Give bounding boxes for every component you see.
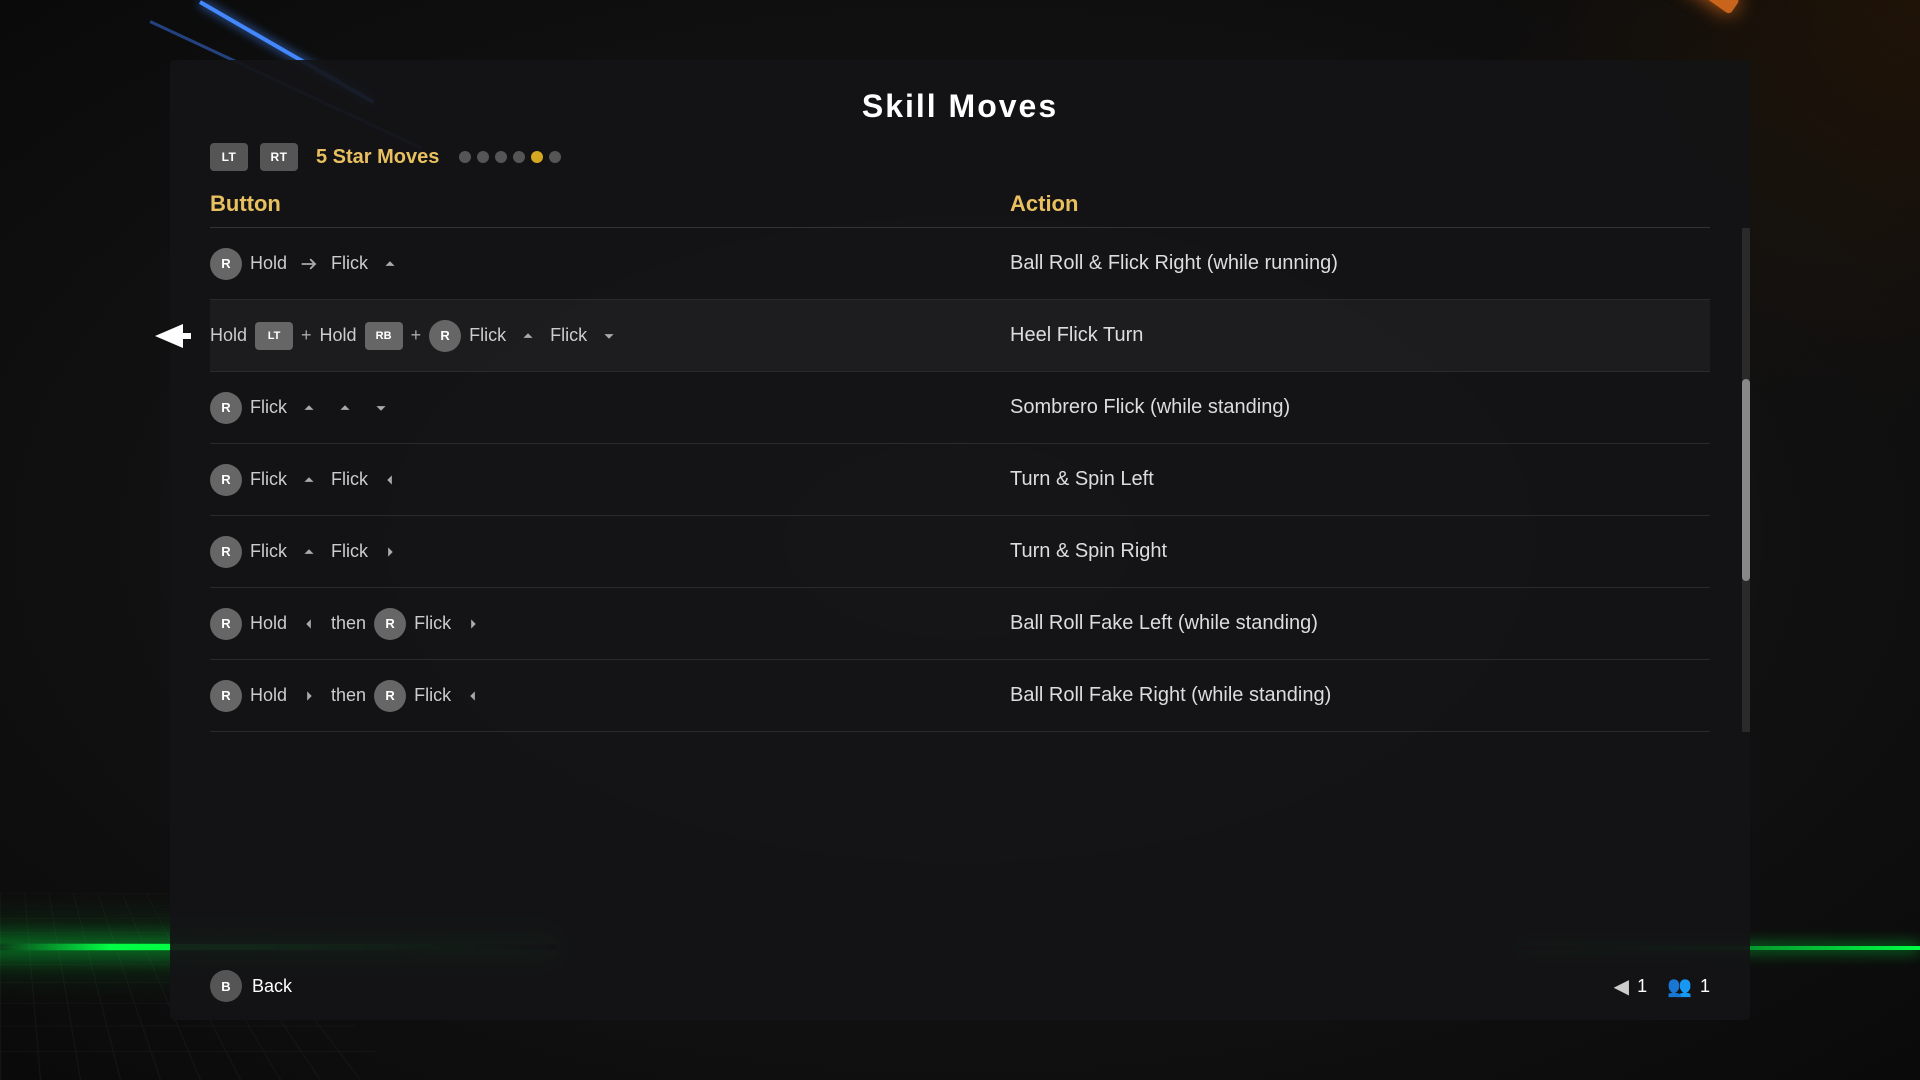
arrow-right-6 (459, 610, 487, 638)
page-nav: ◀ 1 (1614, 974, 1647, 999)
hold-text-2b: Hold (320, 325, 357, 346)
action-text-7: Ball Roll Fake Right (while standing) (1010, 676, 1710, 715)
back-button[interactable]: B Back (210, 970, 292, 1002)
players-count: 1 (1700, 976, 1710, 997)
then-text-7: then (331, 685, 366, 706)
arrow-left-4 (376, 466, 404, 494)
flick-text-5b: Flick (331, 541, 368, 562)
rb-button-2: RB (365, 322, 403, 350)
scrollbar-thumb (1742, 379, 1750, 581)
action-text-5: Turn & Spin Right (1010, 532, 1710, 571)
main-panel: Skill Moves LT RT 5 Star Moves Button Ac… (170, 60, 1750, 1020)
flick-text-3: Flick (250, 397, 287, 418)
action-column-header: Action (1010, 191, 1710, 217)
flick-text-2a: Flick (469, 325, 506, 346)
table-row: R Hold Flick Ball Roll & Flick Right (wh… (210, 228, 1710, 300)
hold-text-6: Hold (250, 613, 287, 634)
table-row: Hold LT + Hold RB + R Flick Flick Heel F… (210, 300, 1710, 372)
flick-text-4a: Flick (250, 469, 287, 490)
arrow-right-thick-1 (295, 250, 323, 278)
r-button-6a: R (210, 608, 242, 640)
players-icon: 👥 (1667, 974, 1692, 999)
hold-text-1: Hold (250, 253, 287, 274)
r-button-4: R (210, 464, 242, 496)
lt-button-2: LT (255, 322, 293, 350)
r-button-1: R (210, 248, 242, 280)
table-row: R Flick Sombrero Flick (while standing) (210, 372, 1710, 444)
arrow-up-5 (295, 538, 323, 566)
arrow-right-5 (376, 538, 404, 566)
dot-2 (477, 151, 489, 163)
page-title: Skill Moves (170, 60, 1750, 143)
arrow-right-7a (295, 682, 323, 710)
r-button-2: R (429, 320, 461, 352)
flick-text-2b: Flick (550, 325, 587, 346)
button-col-6: R Hold then R Flick (210, 600, 1010, 648)
action-text-2: Heel Flick Turn (1010, 316, 1710, 355)
table-row: R Hold then R Flick Ball Roll Fake Left … (210, 588, 1710, 660)
rt-button[interactable]: RT (260, 143, 298, 171)
tab-label: 5 Star Moves (316, 146, 439, 169)
button-column-header: Button (210, 191, 1010, 217)
tab-dots (459, 151, 561, 163)
moves-list: R Hold Flick Ball Roll & Flick Right (wh… (170, 228, 1750, 732)
button-col-4: R Flick Flick (210, 456, 1010, 504)
arrow-down-3 (367, 394, 395, 422)
arrow-left-7 (459, 682, 487, 710)
flick-text-4b: Flick (331, 469, 368, 490)
action-text-6: Ball Roll Fake Left (while standing) (1010, 604, 1710, 643)
lt-button[interactable]: LT (210, 143, 248, 171)
arrow-up-3a (295, 394, 323, 422)
flick-text-7: Flick (414, 685, 451, 706)
button-col-7: R Hold then R Flick (210, 672, 1010, 720)
flick-text-5a: Flick (250, 541, 287, 562)
hold-text-2a: Hold (210, 325, 247, 346)
plus-2a: + (301, 325, 312, 346)
bottom-right-info: ◀ 1 👥 1 (1614, 974, 1710, 999)
dot-1 (459, 151, 471, 163)
dot-3 (495, 151, 507, 163)
arrow-up-1 (376, 250, 404, 278)
button-col-2: Hold LT + Hold RB + R Flick Flick (210, 312, 1010, 360)
arrow-up-4 (295, 466, 323, 494)
dot-5 (531, 151, 543, 163)
table-row: R Flick Flick Turn & Spin Right (210, 516, 1710, 588)
action-text-4: Turn & Spin Left (1010, 460, 1710, 499)
plus-2b: + (411, 325, 422, 346)
dot-6 (549, 151, 561, 163)
action-text-3: Sombrero Flick (while standing) (1010, 388, 1710, 427)
dot-4 (513, 151, 525, 163)
flick-text-1: Flick (331, 253, 368, 274)
page-number: 1 (1637, 976, 1647, 997)
nav-left-icon[interactable]: ◀ (1614, 974, 1629, 999)
scrollbar[interactable] (1742, 228, 1750, 732)
table-row: R Flick Flick Turn & Spin Left (210, 444, 1710, 516)
arrow-down-2 (595, 322, 623, 350)
b-button: B (210, 970, 242, 1002)
r-button-7b: R (374, 680, 406, 712)
then-text-6: then (331, 613, 366, 634)
button-col-3: R Flick (210, 384, 1010, 432)
table-row: R Hold then R Flick Ball Roll Fake Right… (210, 660, 1710, 732)
button-col-1: R Hold Flick (210, 240, 1010, 288)
column-headers: Button Action (170, 191, 1750, 217)
r-button-3: R (210, 392, 242, 424)
button-col-5: R Flick Flick (210, 528, 1010, 576)
arrow-left-6 (295, 610, 323, 638)
tab-area: LT RT 5 Star Moves (170, 143, 1750, 191)
r-button-6b: R (374, 608, 406, 640)
players-info: 👥 1 (1667, 974, 1710, 999)
r-button-7a: R (210, 680, 242, 712)
action-text-1: Ball Roll & Flick Right (while running) (1010, 244, 1710, 283)
r-button-5: R (210, 536, 242, 568)
arrow-up-2a (514, 322, 542, 350)
flick-text-6: Flick (414, 613, 451, 634)
selected-row-arrow (155, 322, 191, 350)
back-label: Back (252, 976, 292, 997)
hold-text-7: Hold (250, 685, 287, 706)
bottom-bar: B Back ◀ 1 👥 1 (170, 970, 1750, 1002)
arrow-up-3b (331, 394, 359, 422)
